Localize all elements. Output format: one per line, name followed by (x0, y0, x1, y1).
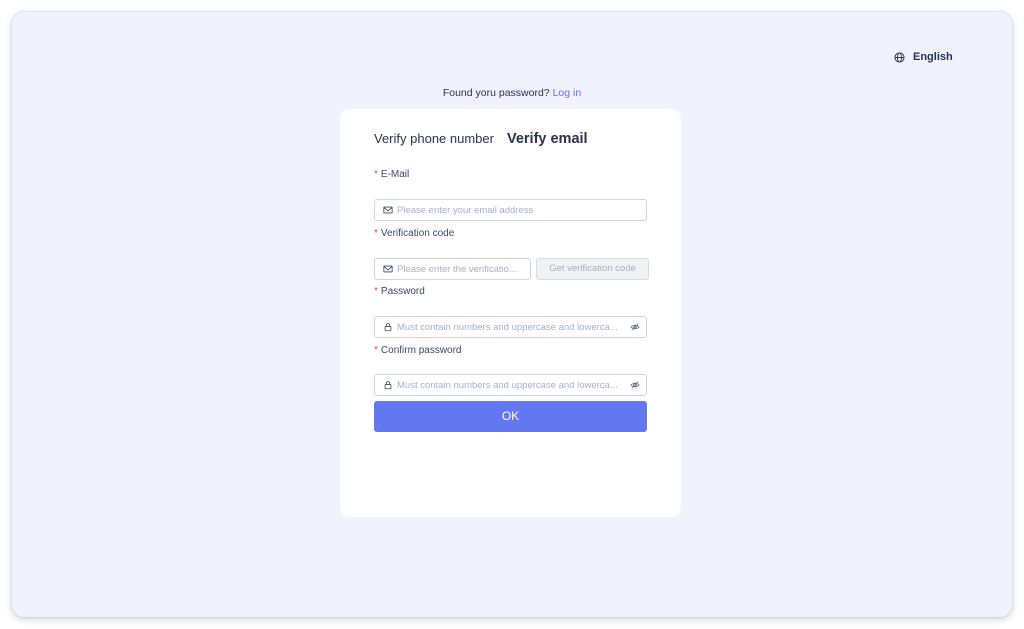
verify-tabs: Verify phone number Verify email (374, 131, 588, 147)
password-field[interactable]: Must contain numbers and uppercase and l… (374, 316, 647, 338)
get-verification-code-button[interactable]: Get verification code (536, 258, 649, 280)
ok-button[interactable]: OK (374, 401, 647, 432)
required-mark: * (374, 345, 378, 356)
verify-card: Verify phone number Verify email * E-Mail… (340, 109, 681, 517)
email-field[interactable]: Please enter your email address (374, 199, 647, 221)
tab-verify-email[interactable]: Verify email (507, 131, 588, 147)
tab-verify-phone[interactable]: Verify phone number (374, 131, 494, 146)
language-label: English (913, 51, 953, 63)
confirm-password-placeholder: Must contain numbers and uppercase and l… (397, 379, 618, 391)
mail-icon (383, 265, 393, 273)
verification-code-label: * Verification code (374, 228, 455, 239)
lock-icon (384, 381, 392, 390)
eye-off-icon[interactable] (630, 322, 640, 332)
mail-icon (383, 206, 393, 214)
eye-off-icon[interactable] (630, 380, 640, 390)
password-placeholder: Must contain numbers and uppercase and l… (397, 321, 618, 333)
globe-icon (894, 51, 905, 63)
app-window: English Found yoru password? Log in Veri… (12, 12, 1012, 617)
required-mark: * (374, 228, 378, 239)
required-mark: * (374, 286, 378, 297)
confirm-password-label: * Confirm password (374, 345, 462, 356)
email-label: * E-Mail (374, 169, 410, 180)
login-link[interactable]: Log in (553, 87, 582, 99)
required-mark: * (374, 169, 378, 180)
lock-icon (384, 323, 392, 332)
language-switcher[interactable]: English (894, 51, 953, 63)
login-prompt-text: Found yoru password? (442, 87, 550, 99)
confirm-password-field[interactable]: Must contain numbers and uppercase and l… (374, 374, 647, 396)
verification-code-field[interactable]: Please enter the verificatio... (374, 258, 531, 280)
verification-code-placeholder: Please enter the verificatio... (397, 263, 517, 275)
login-prompt: Found yoru password? Log in (12, 87, 1012, 99)
password-label: * Password (374, 286, 425, 297)
email-placeholder: Please enter your email address (397, 204, 534, 216)
